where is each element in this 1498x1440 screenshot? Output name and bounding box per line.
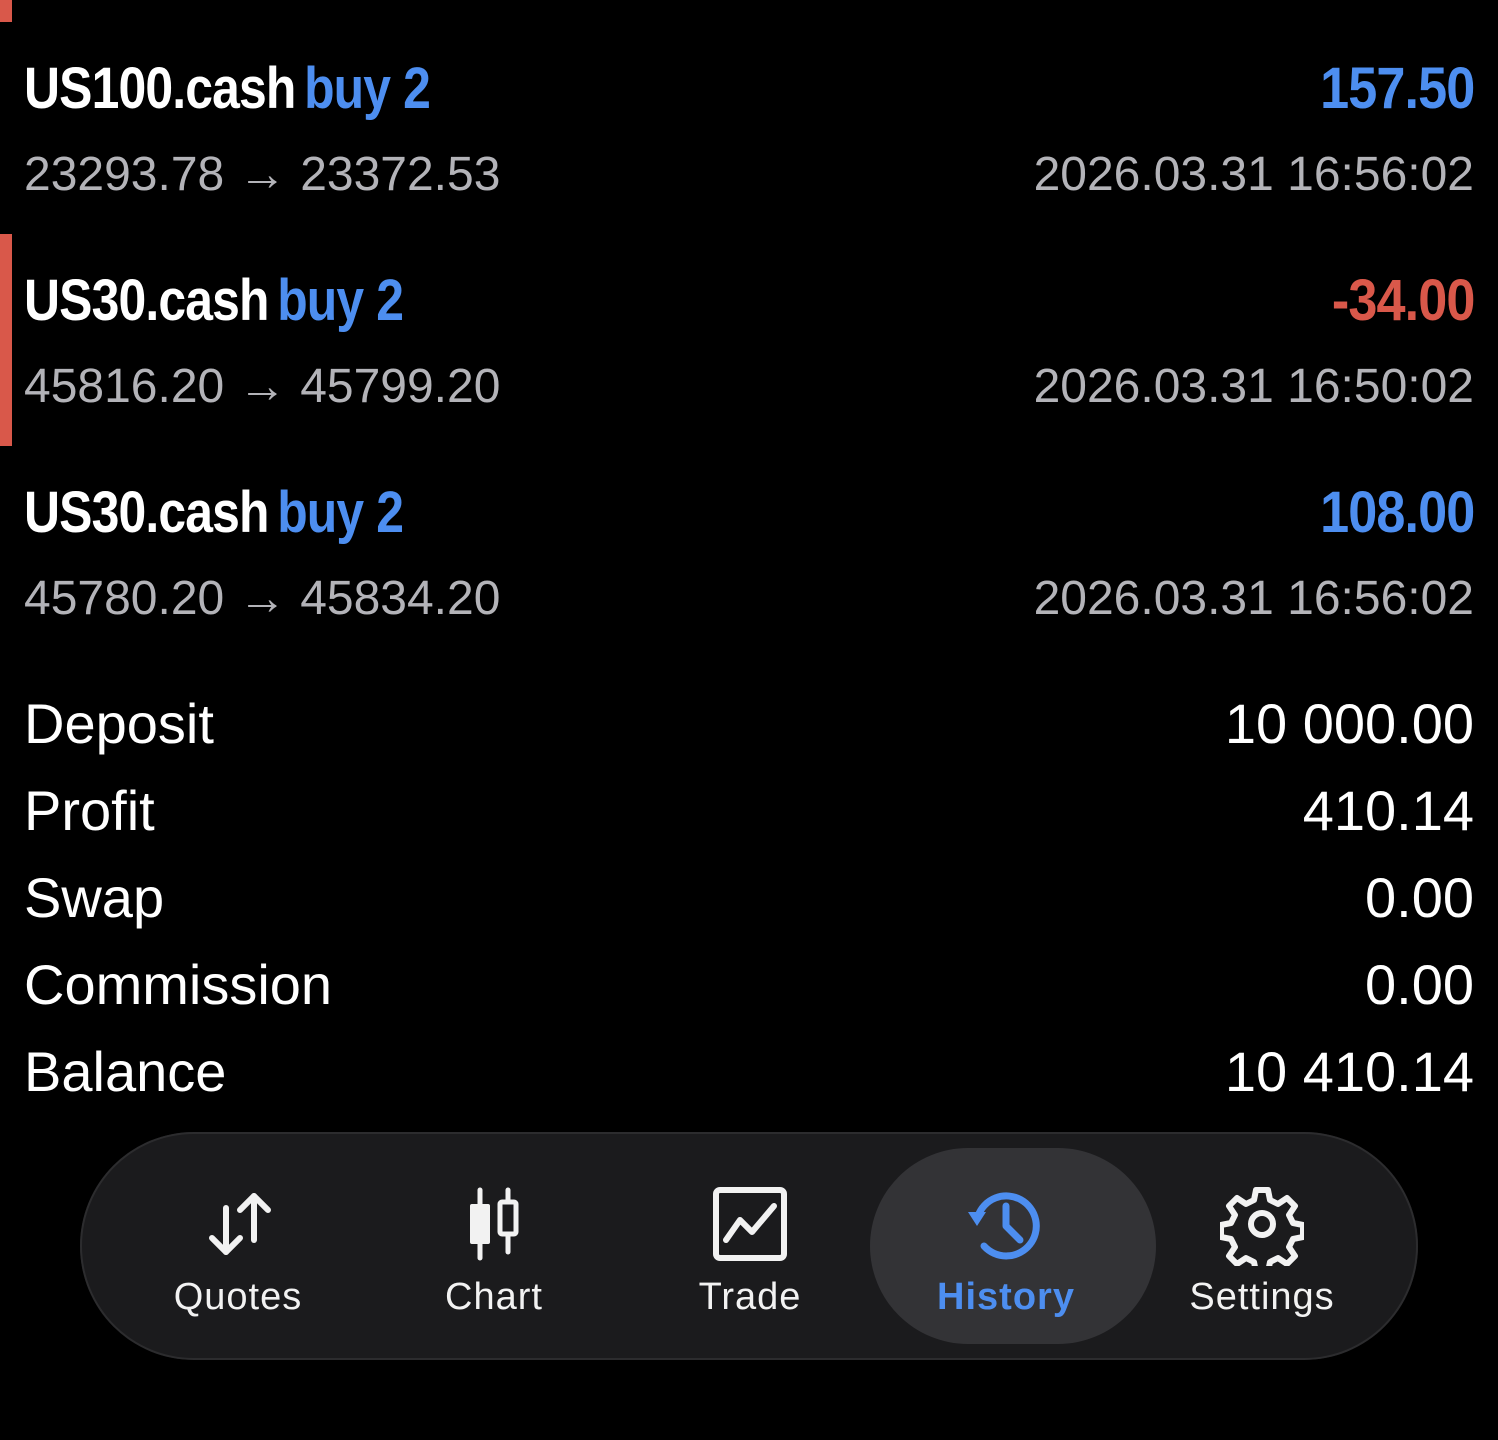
trade-row[interactable]: US30.cash buy 2 -34.00 45816.20 → 45799.20 …: [0, 234, 1498, 446]
trade-prices: 23293.78 → 23372.53: [24, 147, 500, 202]
tab-chart[interactable]: Chart: [366, 1132, 622, 1360]
open-price: 45780.20: [24, 571, 225, 625]
tab-label: Trade: [698, 1276, 802, 1318]
arrow-right-icon: →: [238, 359, 287, 413]
tab-settings[interactable]: Settings: [1134, 1132, 1390, 1360]
close-price: 23372.53: [300, 147, 501, 201]
tab-label: Quotes: [173, 1276, 303, 1318]
trade-profit: -34.00: [1331, 267, 1475, 333]
summary-value: 410.14: [1302, 779, 1474, 842]
trade-row[interactable]: US100.cash buy 2 157.50 23293.78 → 23372.53…: [0, 0, 1498, 212]
trade-symbol: US30.cash buy 2: [24, 479, 404, 546]
trade-chart-icon: [713, 1187, 787, 1261]
tab-history[interactable]: History: [870, 1132, 1156, 1360]
symbol-name: US30.cash: [24, 479, 269, 545]
summary-value: 10 000.00: [1224, 692, 1474, 755]
summary-row-commission: Commission 0.00: [24, 941, 1474, 1028]
trade-symbol: US100.cash buy 2: [24, 55, 431, 122]
quotes-arrows-icon: [209, 1193, 271, 1255]
arrow-right-icon: →: [238, 571, 287, 625]
arrow-right-icon: →: [238, 147, 287, 201]
trade-marker: [0, 0, 12, 212]
open-price: 45816.20: [24, 359, 225, 413]
open-price: 23293.78: [24, 147, 225, 201]
summary-label: Profit: [24, 779, 155, 842]
bottom-tab-bar: Quotes Chart Trade History Settings: [80, 1132, 1418, 1360]
trade-time: 2026.03.31 16:50:02: [1033, 359, 1474, 413]
tab-trade[interactable]: Trade: [622, 1132, 878, 1360]
account-summary: Deposit 10 000.00 Profit 410.14 Swap 0.0…: [24, 680, 1474, 1115]
summary-row-balance: Balance 10 410.14: [24, 1028, 1474, 1115]
summary-value: 0.00: [1365, 866, 1474, 929]
trade-symbol: US30.cash buy 2: [24, 267, 404, 334]
trade-marker: [0, 446, 12, 658]
close-price: 45799.20: [300, 359, 501, 413]
trade-profit: 108.00: [1319, 479, 1475, 545]
trade-row[interactable]: US30.cash buy 2 108.00 45780.20 → 45834.20 …: [0, 446, 1498, 658]
summary-row-swap: Swap 0.00: [24, 854, 1474, 941]
close-price: 45834.20: [300, 571, 501, 625]
trade-prices: 45816.20 → 45799.20: [24, 359, 500, 414]
tab-label: History: [937, 1276, 1075, 1318]
summary-label: Commission: [24, 953, 333, 1016]
tab-label: Settings: [1189, 1276, 1335, 1318]
tab-quotes[interactable]: Quotes: [110, 1132, 366, 1360]
history-clock-icon: [968, 1192, 1040, 1260]
summary-value: 10 410.14: [1224, 1040, 1474, 1103]
symbol-name: US100.cash: [24, 55, 296, 121]
trade-time: 2026.03.31 16:56:02: [1033, 571, 1474, 625]
trade-type: buy 2: [277, 479, 404, 545]
trade-time: 2026.03.31 16:56:02: [1033, 147, 1474, 201]
summary-label: Deposit: [24, 692, 214, 755]
summary-row-deposit: Deposit 10 000.00: [24, 680, 1474, 767]
trade-type: buy 2: [304, 55, 431, 121]
summary-row-profit: Profit 410.14: [24, 767, 1474, 854]
summary-value: 0.00: [1365, 953, 1474, 1016]
trade-type: buy 2: [277, 267, 404, 333]
summary-label: Swap: [24, 866, 165, 929]
gear-icon: [1220, 1187, 1304, 1266]
tab-label: Chart: [445, 1276, 543, 1318]
trade-prices: 45780.20 → 45834.20: [24, 571, 500, 626]
loss-marker: [0, 234, 12, 446]
candlestick-chart-icon: [470, 1187, 519, 1261]
trade-profit: 157.50: [1319, 55, 1475, 121]
summary-label: Balance: [24, 1040, 227, 1103]
symbol-name: US30.cash: [24, 267, 269, 333]
